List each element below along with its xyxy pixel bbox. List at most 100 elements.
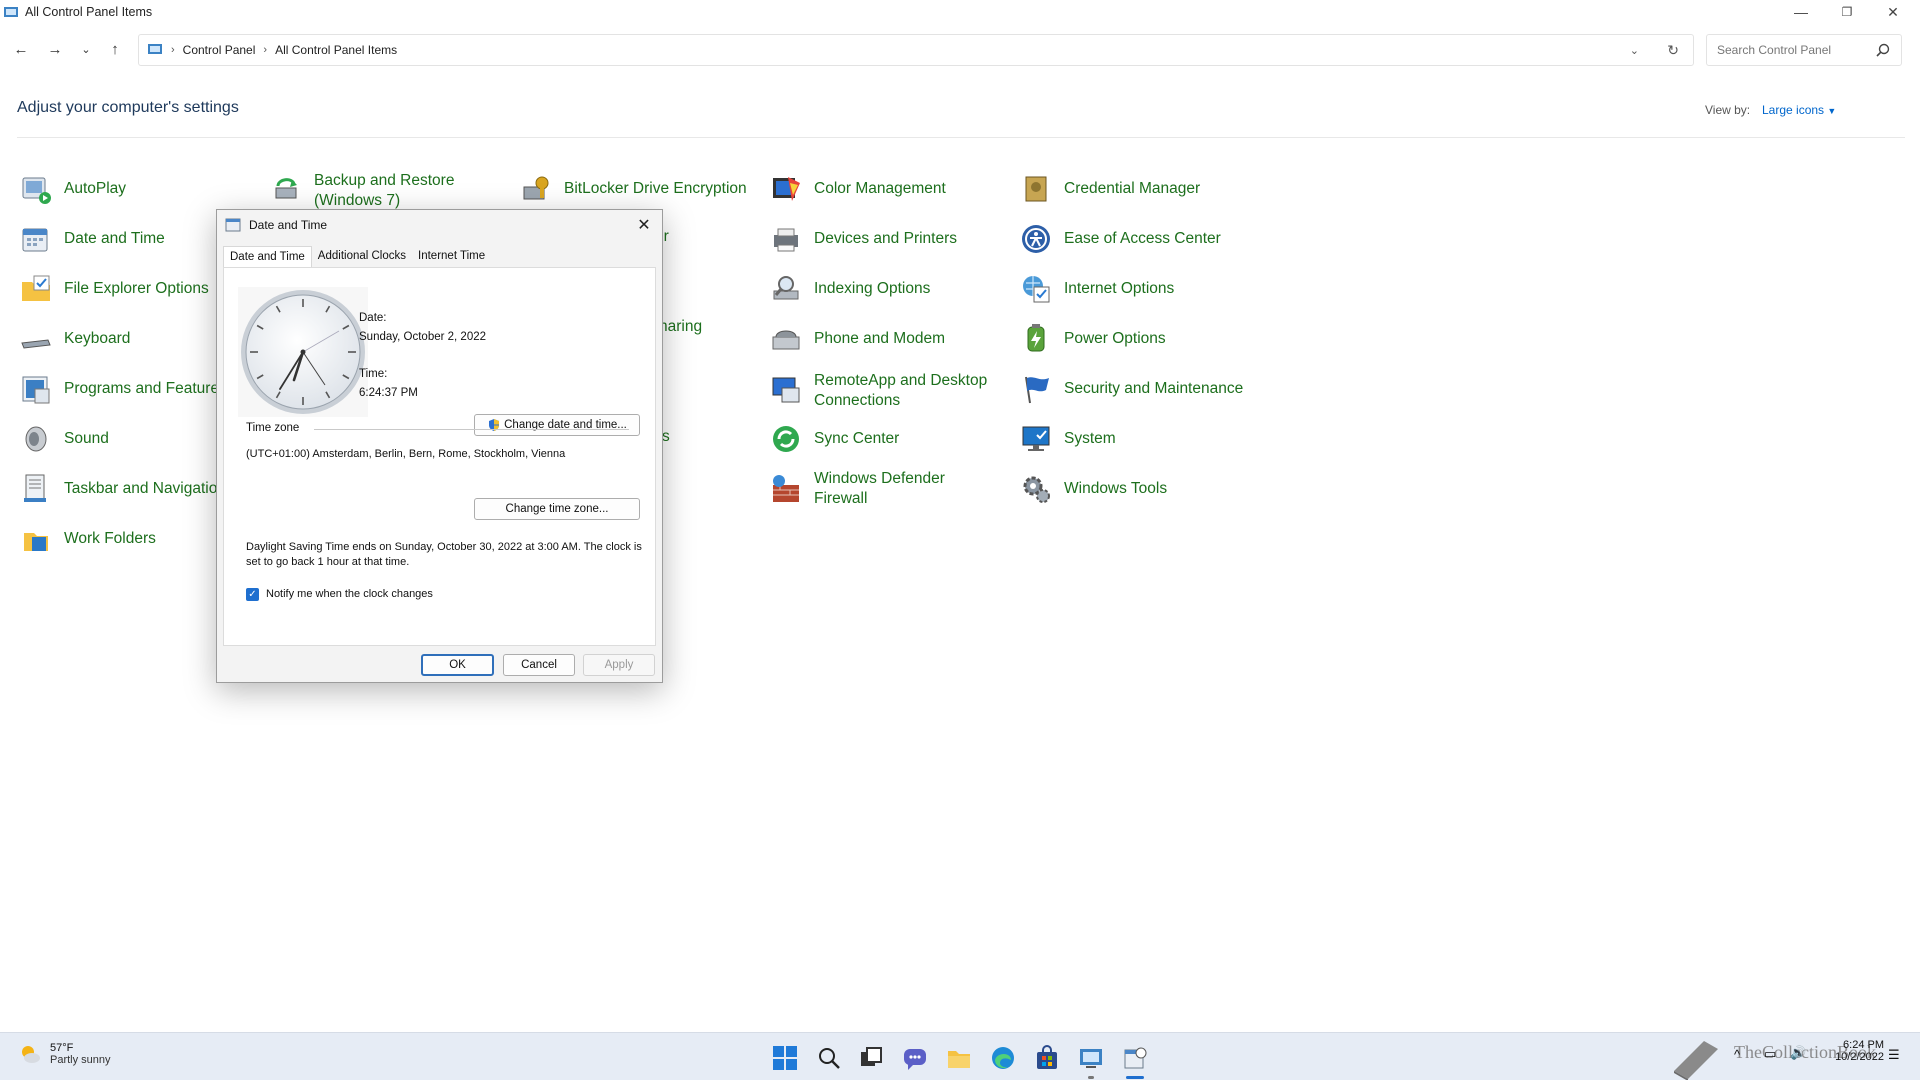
cancel-label: Cancel [521,659,557,671]
item-label: Keyboard [64,330,131,347]
date-and-time-icon[interactable] [1122,1045,1148,1071]
time-zone-value: (UTC+01:00) Amsterdam, Berlin, Bern, Rom… [246,448,566,460]
search-input[interactable]: Search Control Panel [1706,34,1902,66]
item-security-and-maintenance[interactable]: Security and Maintenance [1020,373,1260,405]
weather-widget[interactable]: 57°F Partly sunny [18,1042,111,1066]
notify-checkbox[interactable]: ✓ [246,588,259,601]
item-autoplay[interactable]: AutoPlay [20,173,260,205]
file-explorer-icon[interactable] [946,1045,972,1071]
change-date-time-button[interactable]: Change date and time... [474,414,640,436]
item-devices-and-printers[interactable]: Devices and Printers [770,223,1010,255]
edge-icon[interactable] [990,1045,1016,1071]
header-divider [17,137,1905,138]
apply-button[interactable]: Apply [583,654,655,676]
tab-additional-clocks[interactable]: Additional Clocks [312,246,412,268]
item-system[interactable]: System [1020,423,1260,455]
item-color-management[interactable]: Color Management [770,173,1010,205]
minimize-icon: — [1794,4,1808,20]
dst-notice: Daylight Saving Time ends on Sunday, Oct… [246,541,642,568]
search-icon [1876,43,1890,57]
item-label: BitLocker Drive Encryption [564,180,747,197]
start-icon[interactable] [772,1045,798,1071]
chat-icon[interactable] [902,1045,928,1071]
forward-button[interactable]: → [42,38,68,60]
clock-time: 6:24 PM [1843,1039,1884,1051]
weather-temperature: 57°F [50,1042,74,1054]
store-icon[interactable] [1034,1045,1060,1071]
dialog-titlebar: Date and Time [217,210,662,240]
item-label-partial[interactable]: s [662,428,670,446]
item-internet-options[interactable]: Internet Options [1020,273,1260,305]
indexing-icon [773,276,799,300]
bitlocker-icon [523,176,549,200]
ok-button[interactable]: OK [421,654,494,676]
internet-options-icon [1023,276,1050,303]
item-windows-tools[interactable]: Windows Tools [1020,473,1260,505]
notifications-icon[interactable]: ☰ [1888,1047,1900,1063]
change-time-zone-button[interactable]: Change time zone... [474,498,640,520]
programs-icon [22,376,50,404]
dialog-close-button[interactable]: ✕ [632,214,656,236]
item-label: RemoteApp and Desktop Connections [814,372,988,409]
item-label: AutoPlay [64,180,127,197]
item-ease-of-access[interactable]: Ease of Access Center [1020,223,1260,255]
back-button[interactable]: ← [8,38,34,60]
address-dropdown-icon[interactable]: ⌄ [1630,44,1639,57]
arrow-right-icon: → [47,40,63,58]
notify-label[interactable]: Notify me when the clock changes [266,588,433,600]
view-by-dropdown[interactable]: Large icons ▼ [1762,103,1836,117]
restore-button[interactable]: ❐ [1824,0,1870,24]
dialog-title: Date and Time [249,218,328,232]
color-management-icon [773,177,800,201]
credential-icon [1025,176,1047,202]
tab-internet-time[interactable]: Internet Time [412,246,491,268]
remoteapp-icon [772,377,800,403]
item-label-partial[interactable]: haring [659,318,702,336]
taskbar-icon [24,474,46,502]
item-backup-and-restore[interactable]: Backup and Restore (Windows 7) [270,171,510,211]
volume-icon[interactable]: 🔊 [1790,1045,1806,1061]
tab-date-and-time[interactable]: Date and Time [223,246,312,268]
control-panel-icon[interactable] [1078,1045,1104,1071]
display-icon[interactable]: ▭ [1764,1046,1776,1062]
breadcrumb-control-panel[interactable]: Control Panel [183,43,256,57]
item-power-options[interactable]: Power Options [1020,323,1260,355]
date-time-dialog: Date and Time ✕ Date and Time Additional… [216,209,663,683]
item-label: System [1064,430,1116,447]
arrow-up-icon: ↑ [111,40,119,58]
breadcrumb-all-items[interactable]: All Control Panel Items [275,43,397,57]
chevron-up-icon[interactable]: ^ [1734,1047,1740,1062]
task-view-icon[interactable] [858,1045,884,1071]
system-icon [1022,426,1050,451]
address-bar[interactable]: › Control Panel › All Control Panel Item… [138,34,1694,66]
item-label: Windows Tools [1064,480,1168,497]
keyboard-icon [21,339,51,349]
item-label: Sound [64,430,109,447]
close-window-button[interactable]: ✕ [1870,0,1916,24]
restore-icon: ❐ [1841,5,1853,19]
refresh-icon[interactable]: ↻ [1667,42,1679,59]
item-indexing-options[interactable]: Indexing Options [770,273,1010,305]
item-label: Taskbar and Navigatio [64,480,218,497]
view-by-label: View by: [1705,103,1751,117]
up-button[interactable]: ↑ [102,38,128,60]
cancel-button[interactable]: Cancel [503,654,575,676]
time-zone-heading: Time zone [246,422,300,434]
item-label: Power Options [1064,330,1166,347]
minimize-button[interactable]: — [1778,0,1824,24]
tab-panel: Date: Sunday, October 2, 2022 Time: 6:24… [223,267,656,646]
item-windows-defender-firewall[interactable]: Windows Defender Firewall [770,469,1010,509]
item-phone-and-modem[interactable]: Phone and Modem [770,323,1010,355]
item-remoteapp[interactable]: RemoteApp and Desktop Connections [770,371,1010,411]
item-sync-center[interactable]: Sync Center [770,423,1010,455]
window-titlebar: All Control Panel Items [0,0,1920,24]
item-label: Indexing Options [814,280,931,297]
checkmark-icon: ✓ [248,589,257,600]
item-bitlocker[interactable]: BitLocker Drive Encryption [520,173,760,205]
recent-locations-button[interactable]: ⌄ [73,38,99,60]
flag-icon [1025,376,1049,404]
system-clock[interactable]: 6:24 PM 10/2/2022 [1820,1039,1884,1063]
item-credential-manager[interactable]: Credential Manager [1020,173,1260,205]
control-panel-icon [148,44,162,54]
search-icon[interactable] [816,1045,842,1071]
